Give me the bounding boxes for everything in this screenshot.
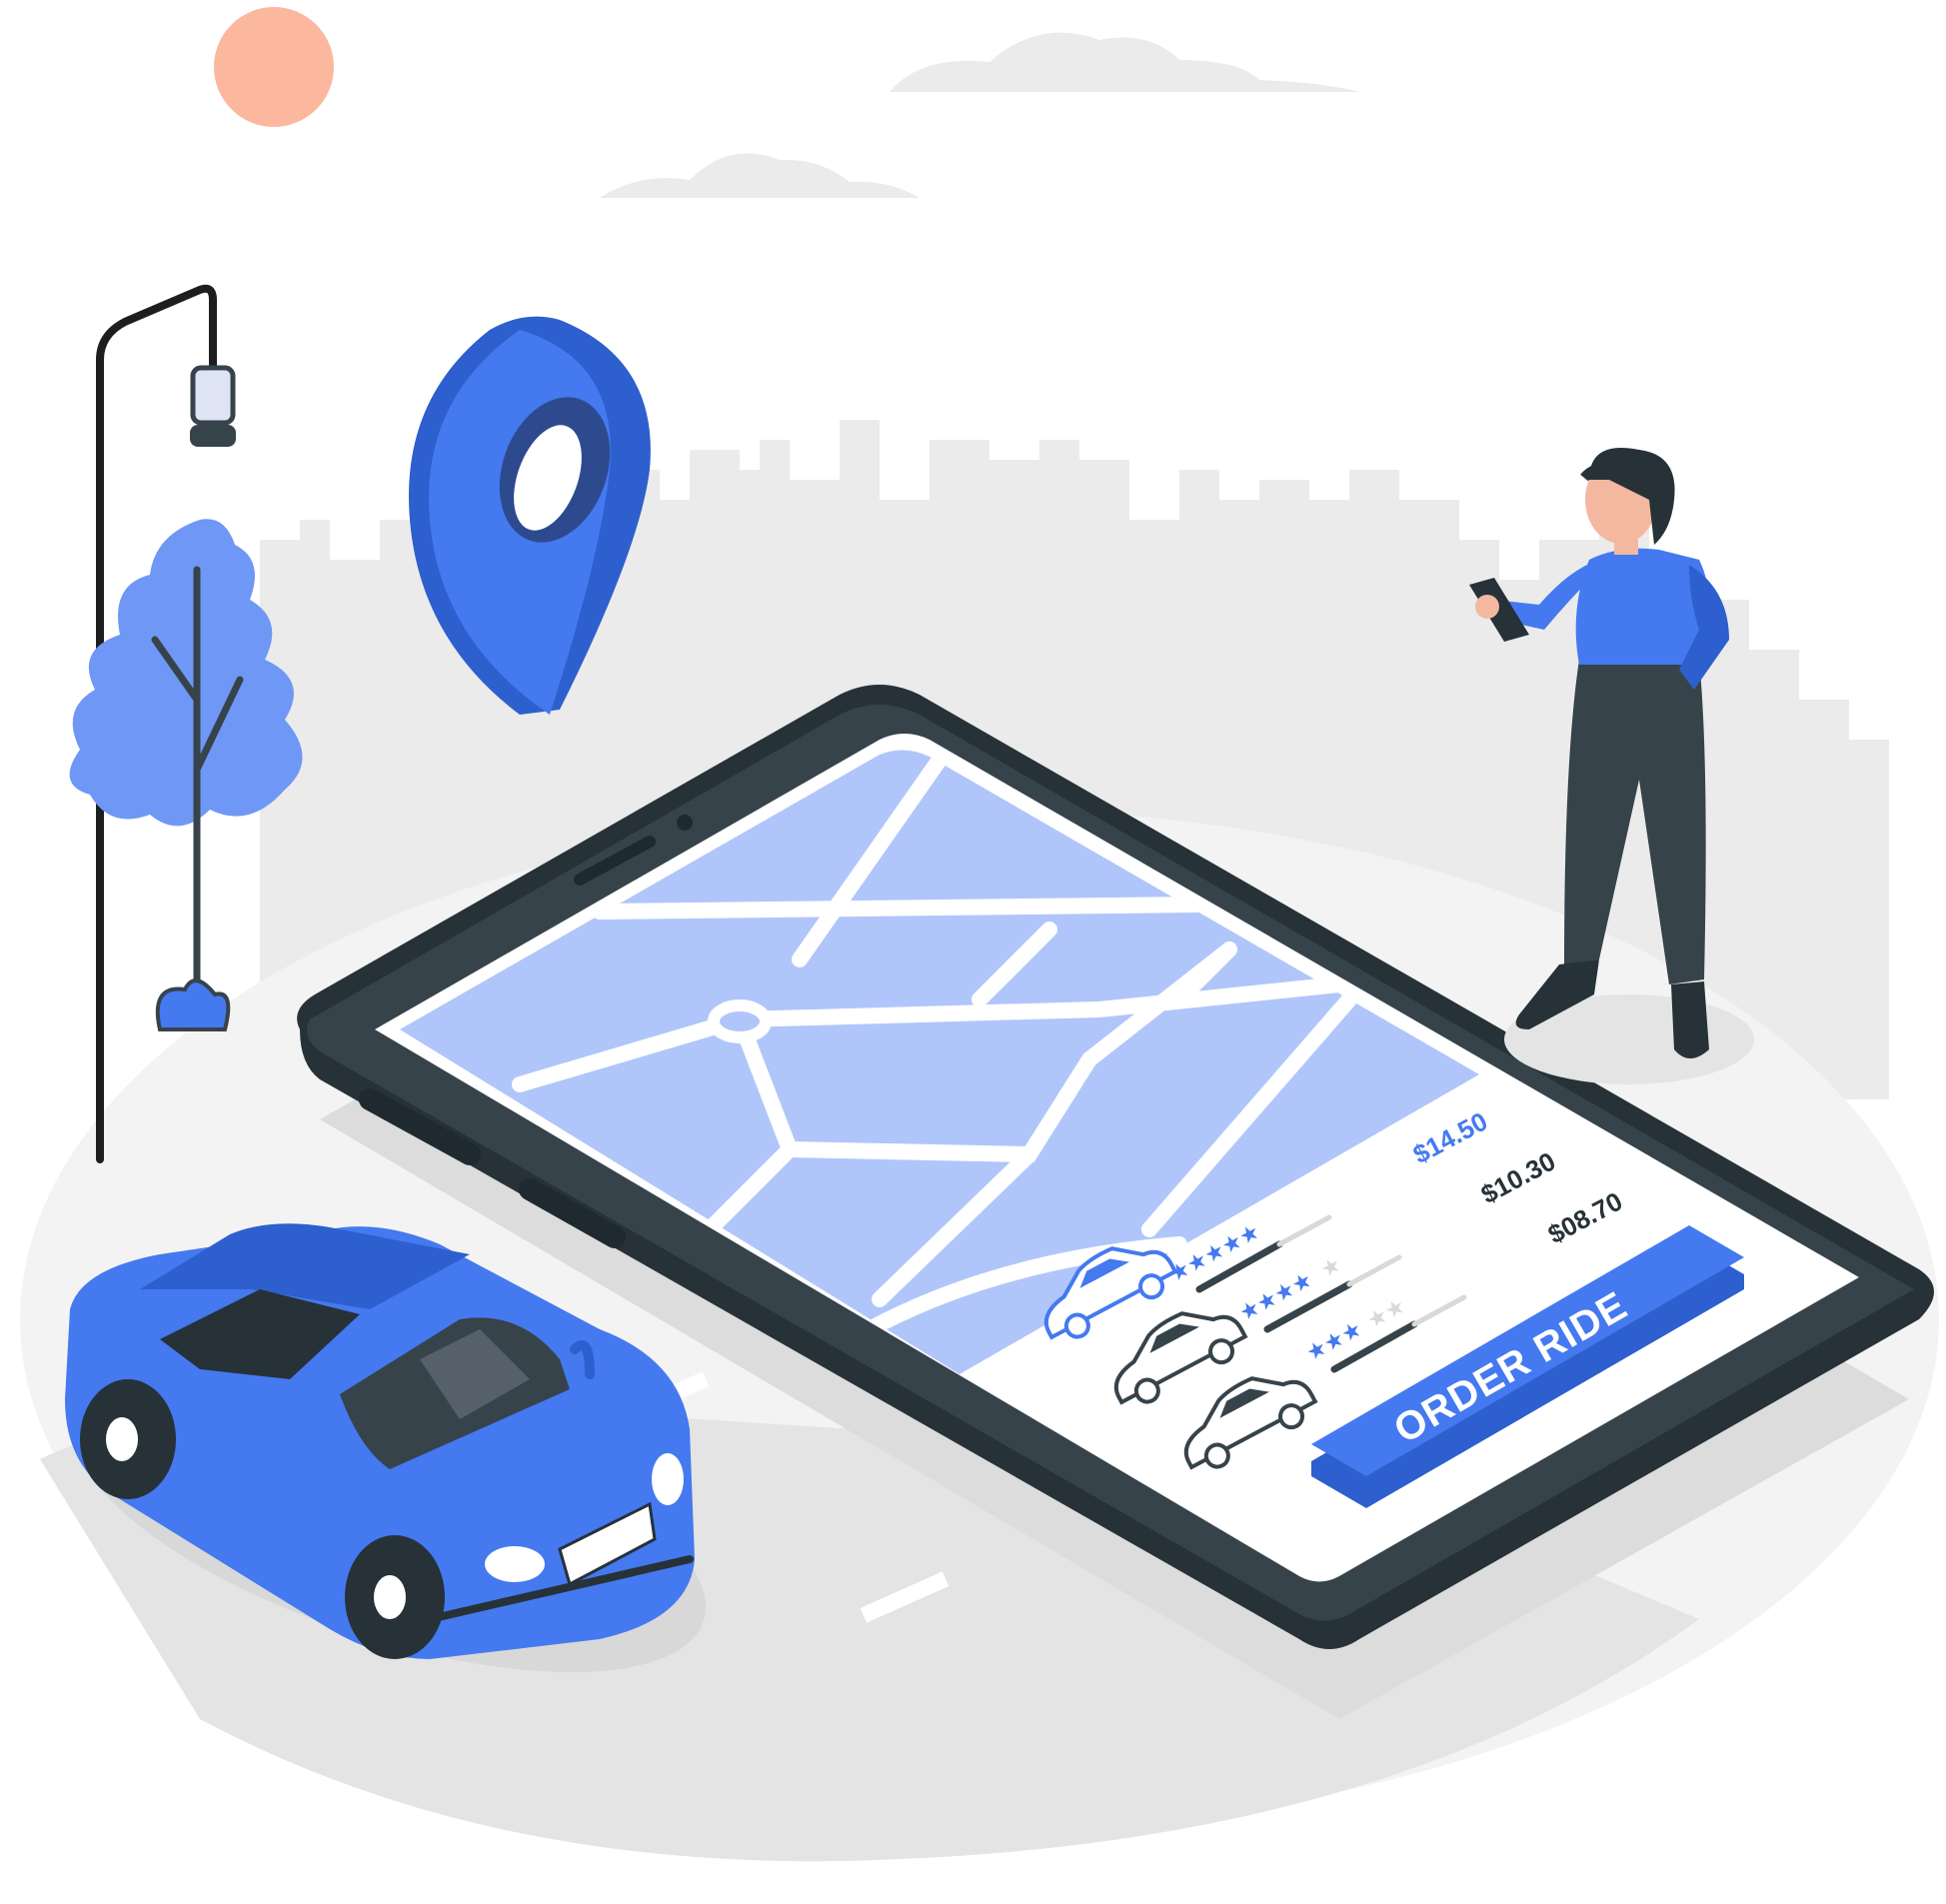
- cloud-2: [600, 153, 920, 198]
- shoe-right: [1671, 981, 1709, 1058]
- car-wheel-front: [345, 1535, 445, 1659]
- car-headlight-2: [652, 1453, 684, 1505]
- street-lamp-cap: [190, 425, 236, 447]
- sun: [214, 7, 334, 127]
- tree-bush: [155, 978, 231, 1031]
- car-wheel-rear: [80, 1379, 176, 1499]
- phone-camera: [677, 815, 693, 831]
- street-lamp-head: [190, 365, 236, 426]
- ride-hailing-illustration: ★★★★★ $14.50 ★★★★ ★ $10.30 ★★★ ★★ $08.70…: [20, 7, 1939, 1862]
- cloud-1: [890, 32, 1359, 92]
- car-headlight-1: [485, 1546, 545, 1582]
